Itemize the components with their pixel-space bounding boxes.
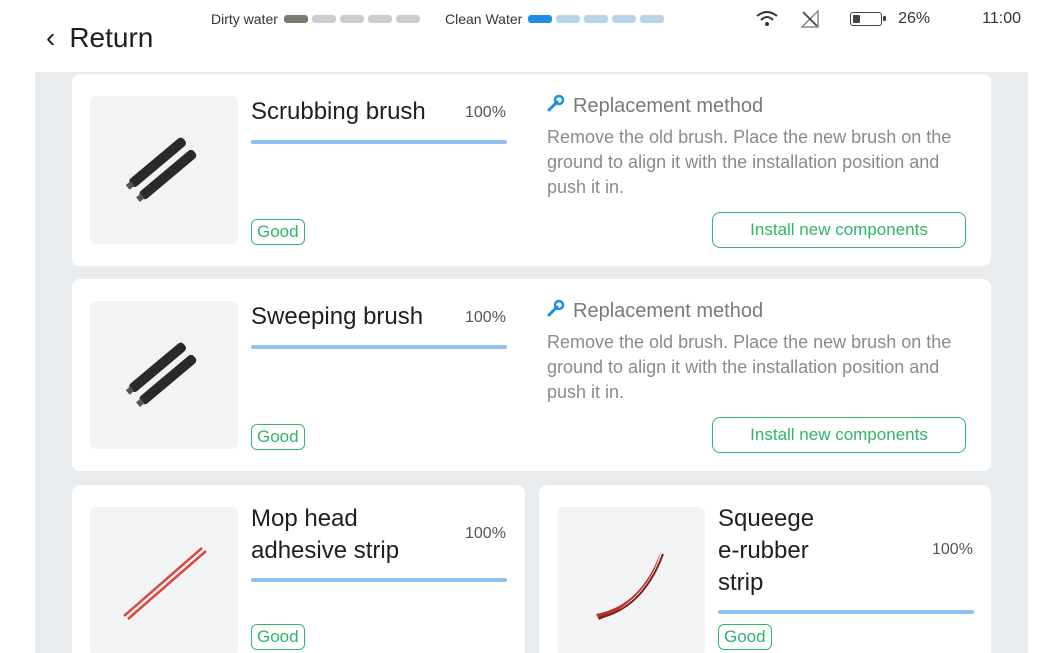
replacement-method-text: Remove the old brush. Place the new brus… [547,127,952,197]
component-percent: 100% [465,309,506,326]
brush-rollers-icon [90,301,238,449]
level-segment [311,15,336,23]
brush-rollers-icon [90,96,238,244]
remaining-life-bar [251,578,507,582]
component-name: Mop head adhesive strip [251,505,400,564]
level-segment [584,15,609,23]
replacement-method-title: Replacement method [547,94,763,118]
adhesive-strip-icon [90,507,238,653]
component-percent: 100% [465,104,506,121]
replacement-method-text: Remove the old brush. Place the new brus… [547,332,952,402]
components-list[interactable]: Scrubbing brush 100% Good Replacement me… [35,72,1028,653]
remaining-life-bar [251,345,507,349]
chevron-left-icon: ‹ [46,22,56,53]
install-new-components-button[interactable]: Install new components [712,417,966,453]
install-new-components-button[interactable]: Install new components [712,212,966,248]
clean-water-label: Clean Water [445,11,523,27]
status-badge: Good [251,624,305,650]
no-signal-icon [800,9,820,29]
remaining-life-bar [718,610,974,614]
wifi-icon [756,11,778,27]
component-name: Sweeping brush [251,303,424,330]
component-card-squeegee-rubber-strip: Squeege e-rubber strip 100% Good [539,485,991,653]
return-label: Return [69,22,154,53]
status-bar: 26% 11:00 [756,8,1021,30]
wrench-icon [547,299,565,323]
clock: 11:00 [982,10,1021,27]
dirty-water-level [283,15,420,23]
level-segment [612,15,637,23]
return-button[interactable]: ‹ Return [46,18,153,58]
remaining-life-bar [251,140,507,144]
level-segment [528,15,553,23]
level-segment [556,15,581,23]
clean-water-indicator: Clean Water [445,10,665,28]
level-segment [339,15,364,23]
component-card-sweeping-brush: Sweeping brush 100% Good Replacement met… [72,279,991,471]
battery-icon [850,12,887,26]
component-percent: 100% [465,525,506,542]
replacement-method-title: Replacement method [547,299,763,323]
wrench-icon [547,94,565,118]
level-segment [395,15,420,23]
component-card-scrubbing-brush: Scrubbing brush 100% Good Replacement me… [72,74,991,266]
dirty-water-indicator: Dirty water [211,10,420,28]
dirty-water-label: Dirty water [211,11,278,27]
rubber-strip-icon [557,507,705,653]
battery-percent: 26% [898,10,931,27]
top-bar: ‹ Return Dirty water Clean Water 26% 11:… [0,0,1045,72]
level-segment [283,15,308,23]
component-name: Squeege e-rubber strip [718,505,815,596]
component-name: Scrubbing brush [251,98,426,125]
level-segment [640,15,665,23]
component-card-mop-head-adhesive-strip: Mop head adhesive strip 100% Good [72,485,525,653]
status-badge: Good [251,424,305,450]
level-segment [367,15,392,23]
clean-water-level [528,15,665,23]
status-badge: Good [718,624,772,650]
component-percent: 100% [932,541,973,558]
status-badge: Good [251,219,305,245]
